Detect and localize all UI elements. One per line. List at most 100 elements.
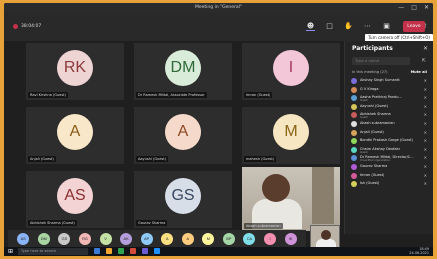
mute-all-button[interactable]: Mute all bbox=[411, 70, 427, 74]
mic-muted-icon: ✕ bbox=[423, 163, 427, 169]
participant-list-avatar bbox=[351, 163, 357, 170]
participant-list-name: Bondhi Prakash Gorge (Guest) bbox=[360, 138, 413, 143]
participant-list-item[interactable]: Gaurav Sharma ✕ bbox=[351, 163, 429, 172]
self-view-head bbox=[321, 230, 331, 240]
window-controls: — □ ✕ bbox=[398, 4, 429, 11]
window-title: Meeting in "General" bbox=[195, 5, 242, 10]
participant-list-name: Akash subramanian bbox=[360, 120, 395, 125]
participant-name: Aayushi (Guest) bbox=[136, 156, 168, 162]
participant-list-avatar bbox=[351, 146, 357, 153]
participant-name: Ravi Krishna (Guest) bbox=[28, 92, 68, 98]
participant-strip-avatar[interactable]: V bbox=[99, 233, 112, 245]
participant-tile[interactable]: I Imran (Guest) bbox=[242, 43, 340, 100]
participant-list-item[interactable]: Anjali (Guest) ✕ bbox=[351, 129, 429, 138]
participant-list-item[interactable]: Aayushi (Guest) ✕ bbox=[351, 103, 429, 112]
participant-tile[interactable]: DM Dr Ramesh Mittal, Associate Professor bbox=[134, 43, 232, 100]
video-background-door bbox=[312, 167, 334, 224]
participant-strip-avatar[interactable]: GS bbox=[58, 233, 71, 245]
maximize-button[interactable]: □ bbox=[411, 4, 417, 11]
participant-avatar: RK bbox=[57, 50, 93, 86]
participant-list-item[interactable]: Dr Ramesh Mittal, Director/C... Unverifie… bbox=[351, 154, 429, 163]
participant-avatar: A bbox=[165, 114, 201, 150]
participant-list-subtitle: Unverified organization bbox=[360, 159, 391, 163]
participant-list-item[interactable]: Akash subramanian ✕ bbox=[351, 120, 429, 129]
participant-list-item[interactable]: Aasha Prathiraj Pandu... Guest ✕ bbox=[351, 94, 429, 103]
taskbar-search-input[interactable]: Type here to search bbox=[18, 248, 88, 255]
chat-icon[interactable]: □ bbox=[325, 22, 334, 31]
mic-muted-icon: ✕ bbox=[423, 172, 427, 178]
participant-strip-avatar[interactable]: RG bbox=[78, 233, 91, 245]
participant-list-avatar bbox=[351, 120, 357, 127]
participant-list-name: Imran (Guest) bbox=[360, 172, 385, 177]
participant-tile[interactable]: A Anjali (Guest) bbox=[26, 107, 124, 164]
participant-strip-avatar[interactable]: AK bbox=[120, 233, 133, 245]
video-tile[interactable]: Akash subramanian bbox=[242, 167, 340, 231]
people-icon[interactable]: ☻ bbox=[306, 22, 315, 31]
participant-tile[interactable]: AS Abhishek Sharma (Guest) bbox=[26, 171, 124, 228]
participant-tile[interactable]: M mahesh (Guest) bbox=[242, 107, 340, 164]
participant-avatar: A bbox=[57, 114, 93, 150]
participant-strip-avatar[interactable]: A bbox=[161, 233, 174, 245]
taskbar-app-icon[interactable] bbox=[130, 248, 136, 254]
self-view[interactable] bbox=[310, 225, 340, 249]
participant-list-item[interactable]: Ish (Guest) ✕ bbox=[351, 180, 429, 189]
share-invite-icon[interactable]: ⇱ bbox=[422, 58, 426, 64]
recording-indicator-icon bbox=[13, 24, 18, 29]
participant-list-name: Akshay Singh Sumantt bbox=[360, 78, 400, 82]
participant-strip-avatar[interactable]: AP bbox=[140, 233, 153, 245]
participant-list-item[interactable]: G V Kiraga ✕ bbox=[351, 86, 429, 95]
participant-search-input[interactable] bbox=[352, 57, 410, 65]
participant-list-name: Anjali (Guest) bbox=[360, 129, 384, 134]
participant-tile[interactable]: A Aayushi (Guest) bbox=[134, 107, 232, 164]
close-button[interactable]: ✕ bbox=[424, 4, 429, 11]
participant-list-avatar bbox=[351, 155, 357, 162]
participant-strip-avatar[interactable]: M bbox=[202, 233, 215, 245]
more-options-icon[interactable]: ⋯ bbox=[363, 22, 372, 31]
taskbar-app-icon[interactable] bbox=[154, 248, 160, 254]
participant-strip-avatar[interactable]: CA bbox=[243, 233, 256, 245]
minimize-button[interactable]: — bbox=[398, 4, 404, 11]
participant-list-name: G V Kiraga bbox=[360, 86, 379, 91]
participant-tile[interactable]: GS Gaurav Sharma bbox=[134, 171, 232, 228]
participant-list-item[interactable]: Akshay Singh Sumantt ✕ bbox=[351, 77, 429, 86]
system-tray-clock[interactable]: 18:49 24-06-2021 bbox=[409, 247, 429, 255]
participant-list-avatar bbox=[351, 172, 357, 179]
participant-avatar: DM bbox=[165, 50, 201, 86]
participant-list-item[interactable]: Abhishek Sharma Guest ✕ bbox=[351, 111, 429, 120]
participant-list-name: Gaurav Sharma bbox=[360, 163, 388, 168]
participant-strip: AS DM GS RG V AK AP A A M BP CA I IK bbox=[8, 230, 306, 248]
participant-list-avatar bbox=[351, 78, 357, 84]
participant-tile[interactable]: RK Ravi Krishna (Guest) bbox=[26, 43, 124, 100]
windows-start-icon[interactable]: ⊞ bbox=[8, 248, 13, 255]
participant-strip-avatar[interactable]: I bbox=[264, 233, 277, 245]
participant-list-subtitle: Guest bbox=[360, 150, 368, 154]
camera-icon[interactable]: ▣ bbox=[382, 22, 391, 31]
mic-muted-icon: ✕ bbox=[423, 103, 427, 109]
mic-muted-icon: ✕ bbox=[423, 181, 427, 187]
taskbar-app-icon[interactable] bbox=[142, 248, 148, 254]
participant-list-item[interactable]: Bondhi Prakash Gorge (Guest) ✕ bbox=[351, 137, 429, 146]
participant-list-item[interactable]: Imran (Guest) ✕ bbox=[351, 172, 429, 181]
participant-strip-avatar[interactable]: IK bbox=[284, 233, 297, 245]
close-panel-icon[interactable]: ✕ bbox=[423, 45, 428, 52]
participant-strip-avatar[interactable]: BP bbox=[222, 233, 235, 245]
participant-list: Akshay Singh Sumantt ✕ G V Kiraga ✕ Aasha Pr… bbox=[351, 77, 429, 189]
participant-strip-avatar[interactable]: A bbox=[181, 233, 194, 245]
taskbar-app-icon[interactable] bbox=[118, 248, 124, 254]
participant-list-subtitle: Guest bbox=[360, 116, 368, 120]
mic-muted-icon: ✕ bbox=[423, 112, 427, 118]
participant-avatar: AS bbox=[57, 178, 93, 214]
participants-section: In this meeting (27) Mute all bbox=[352, 70, 427, 74]
windows-taskbar: ⊞ Type here to search 18:49 24-06-2021 bbox=[4, 247, 433, 256]
participant-list-avatar bbox=[351, 86, 357, 93]
participant-strip-avatar[interactable]: DM bbox=[37, 233, 50, 245]
participant-list-avatar bbox=[351, 129, 357, 136]
raise-hand-icon[interactable]: ✋ bbox=[344, 22, 353, 31]
participant-avatar: GS bbox=[165, 178, 201, 214]
taskbar-app-icon[interactable] bbox=[94, 248, 100, 254]
taskbar-app-icon[interactable] bbox=[106, 248, 112, 254]
participant-strip-avatar[interactable]: AS bbox=[17, 233, 30, 245]
participant-list-item[interactable]: Chaim Akshay Deotkar Guest ✕ bbox=[351, 146, 429, 155]
leave-button[interactable]: Leave bbox=[403, 21, 425, 32]
participant-name: Abhishek Sharma (Guest) bbox=[28, 220, 77, 226]
